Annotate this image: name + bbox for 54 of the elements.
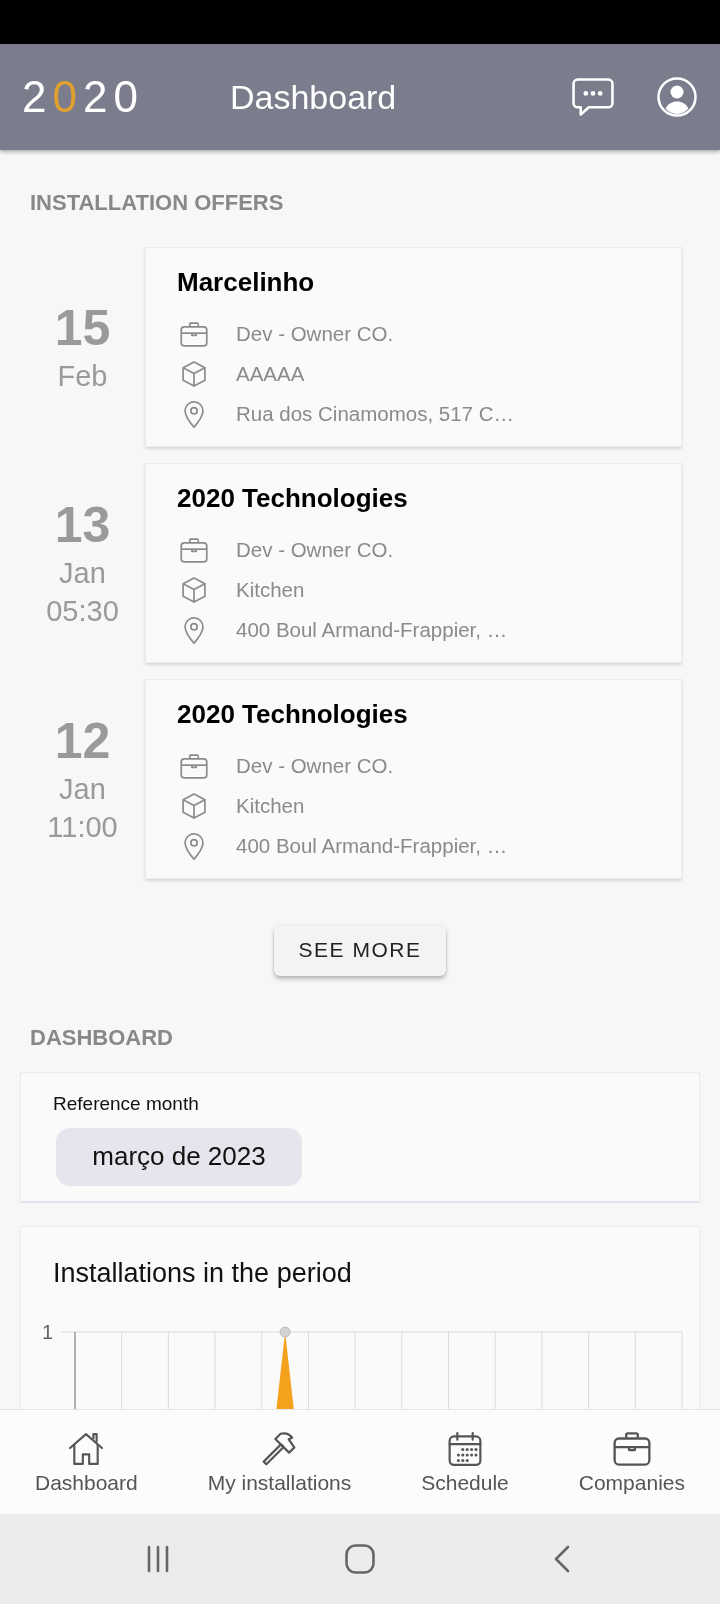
section-heading: INSTALLATION OFFERS <box>29 190 284 216</box>
offer-card[interactable]: 2020 Technologies Dev - Owner CO. Kitchen 400 Boul Armand-Frappier, … <box>145 463 682 663</box>
calendar-icon <box>448 1432 482 1466</box>
page-title: Dashboard <box>229 77 397 117</box>
offer-card[interactable]: Marcelinho Dev - Owner CO. AAAAA Rua dos Cinamomos, 517 C… <box>145 247 682 447</box>
offer-card[interactable]: 2020 Technologies Dev - Owner CO. Kitchen 400 Boul Armand-Frappier, … <box>145 679 682 879</box>
offer-month: Jan <box>59 556 106 591</box>
house-icon <box>69 1432 104 1466</box>
offer-month: Feb <box>57 359 108 394</box>
project-name: Kitchen <box>236 794 305 818</box>
project-name: AAAAA <box>236 362 305 386</box>
briefcase-icon <box>612 1432 651 1466</box>
address-text: 400 Boul Armand-Frappier, … <box>236 618 508 642</box>
company-name: Dev - Owner CO. <box>236 322 394 346</box>
offer-month: Jan <box>59 772 106 807</box>
y-axis-label: 1 <box>41 1321 53 1343</box>
nav-tab[interactable]: Dashboard <box>35 1410 138 1495</box>
back-icon[interactable] <box>554 1545 570 1573</box>
account-icon[interactable] <box>657 77 697 117</box>
chart-title: Installations in the period <box>53 1256 352 1289</box>
address-text: Rua dos Cinamomos, 517 C… <box>236 402 514 426</box>
nav-tab[interactable]: Companies <box>578 1410 685 1495</box>
nav-tab[interactable]: Schedule <box>421 1410 509 1495</box>
chat-icon[interactable] <box>572 78 614 116</box>
cube-icon <box>182 793 206 819</box>
offer-time: 11:00 <box>47 810 118 845</box>
client-name: Marcelinho <box>177 266 315 298</box>
field-label: Reference month <box>53 1092 199 1115</box>
section-heading: DASHBOARD <box>29 1024 173 1051</box>
recent-apps-icon[interactable] <box>146 1545 170 1573</box>
month-picker[interactable]: março de 2023 <box>56 1127 302 1186</box>
cube-icon <box>182 577 206 603</box>
hammer-icon <box>262 1432 297 1466</box>
offer-day: 15 <box>54 299 111 357</box>
logo: 2020 <box>22 72 144 122</box>
client-name: 2020 Technologies <box>177 482 408 514</box>
map-pin-icon <box>184 616 204 644</box>
company-name: Dev - Owner CO. <box>236 538 394 562</box>
briefcase-icon <box>180 753 208 779</box>
offer-day: 12 <box>54 712 111 770</box>
offer-time: 05:30 <box>46 594 119 629</box>
map-pin-icon <box>184 832 204 860</box>
home-icon[interactable] <box>345 1544 375 1574</box>
cube-icon <box>182 361 206 387</box>
see-more-button[interactable]: SEE MORE <box>274 925 446 976</box>
briefcase-icon <box>180 321 208 347</box>
nav-tab[interactable]: My installations <box>207 1410 352 1495</box>
client-name: 2020 Technologies <box>177 698 408 730</box>
project-name: Kitchen <box>236 578 305 602</box>
map-pin-icon <box>184 400 204 428</box>
offer-day: 13 <box>54 496 111 554</box>
address-text: 400 Boul Armand-Frappier, … <box>236 834 508 858</box>
company-name: Dev - Owner CO. <box>236 754 394 778</box>
briefcase-icon <box>180 537 208 563</box>
